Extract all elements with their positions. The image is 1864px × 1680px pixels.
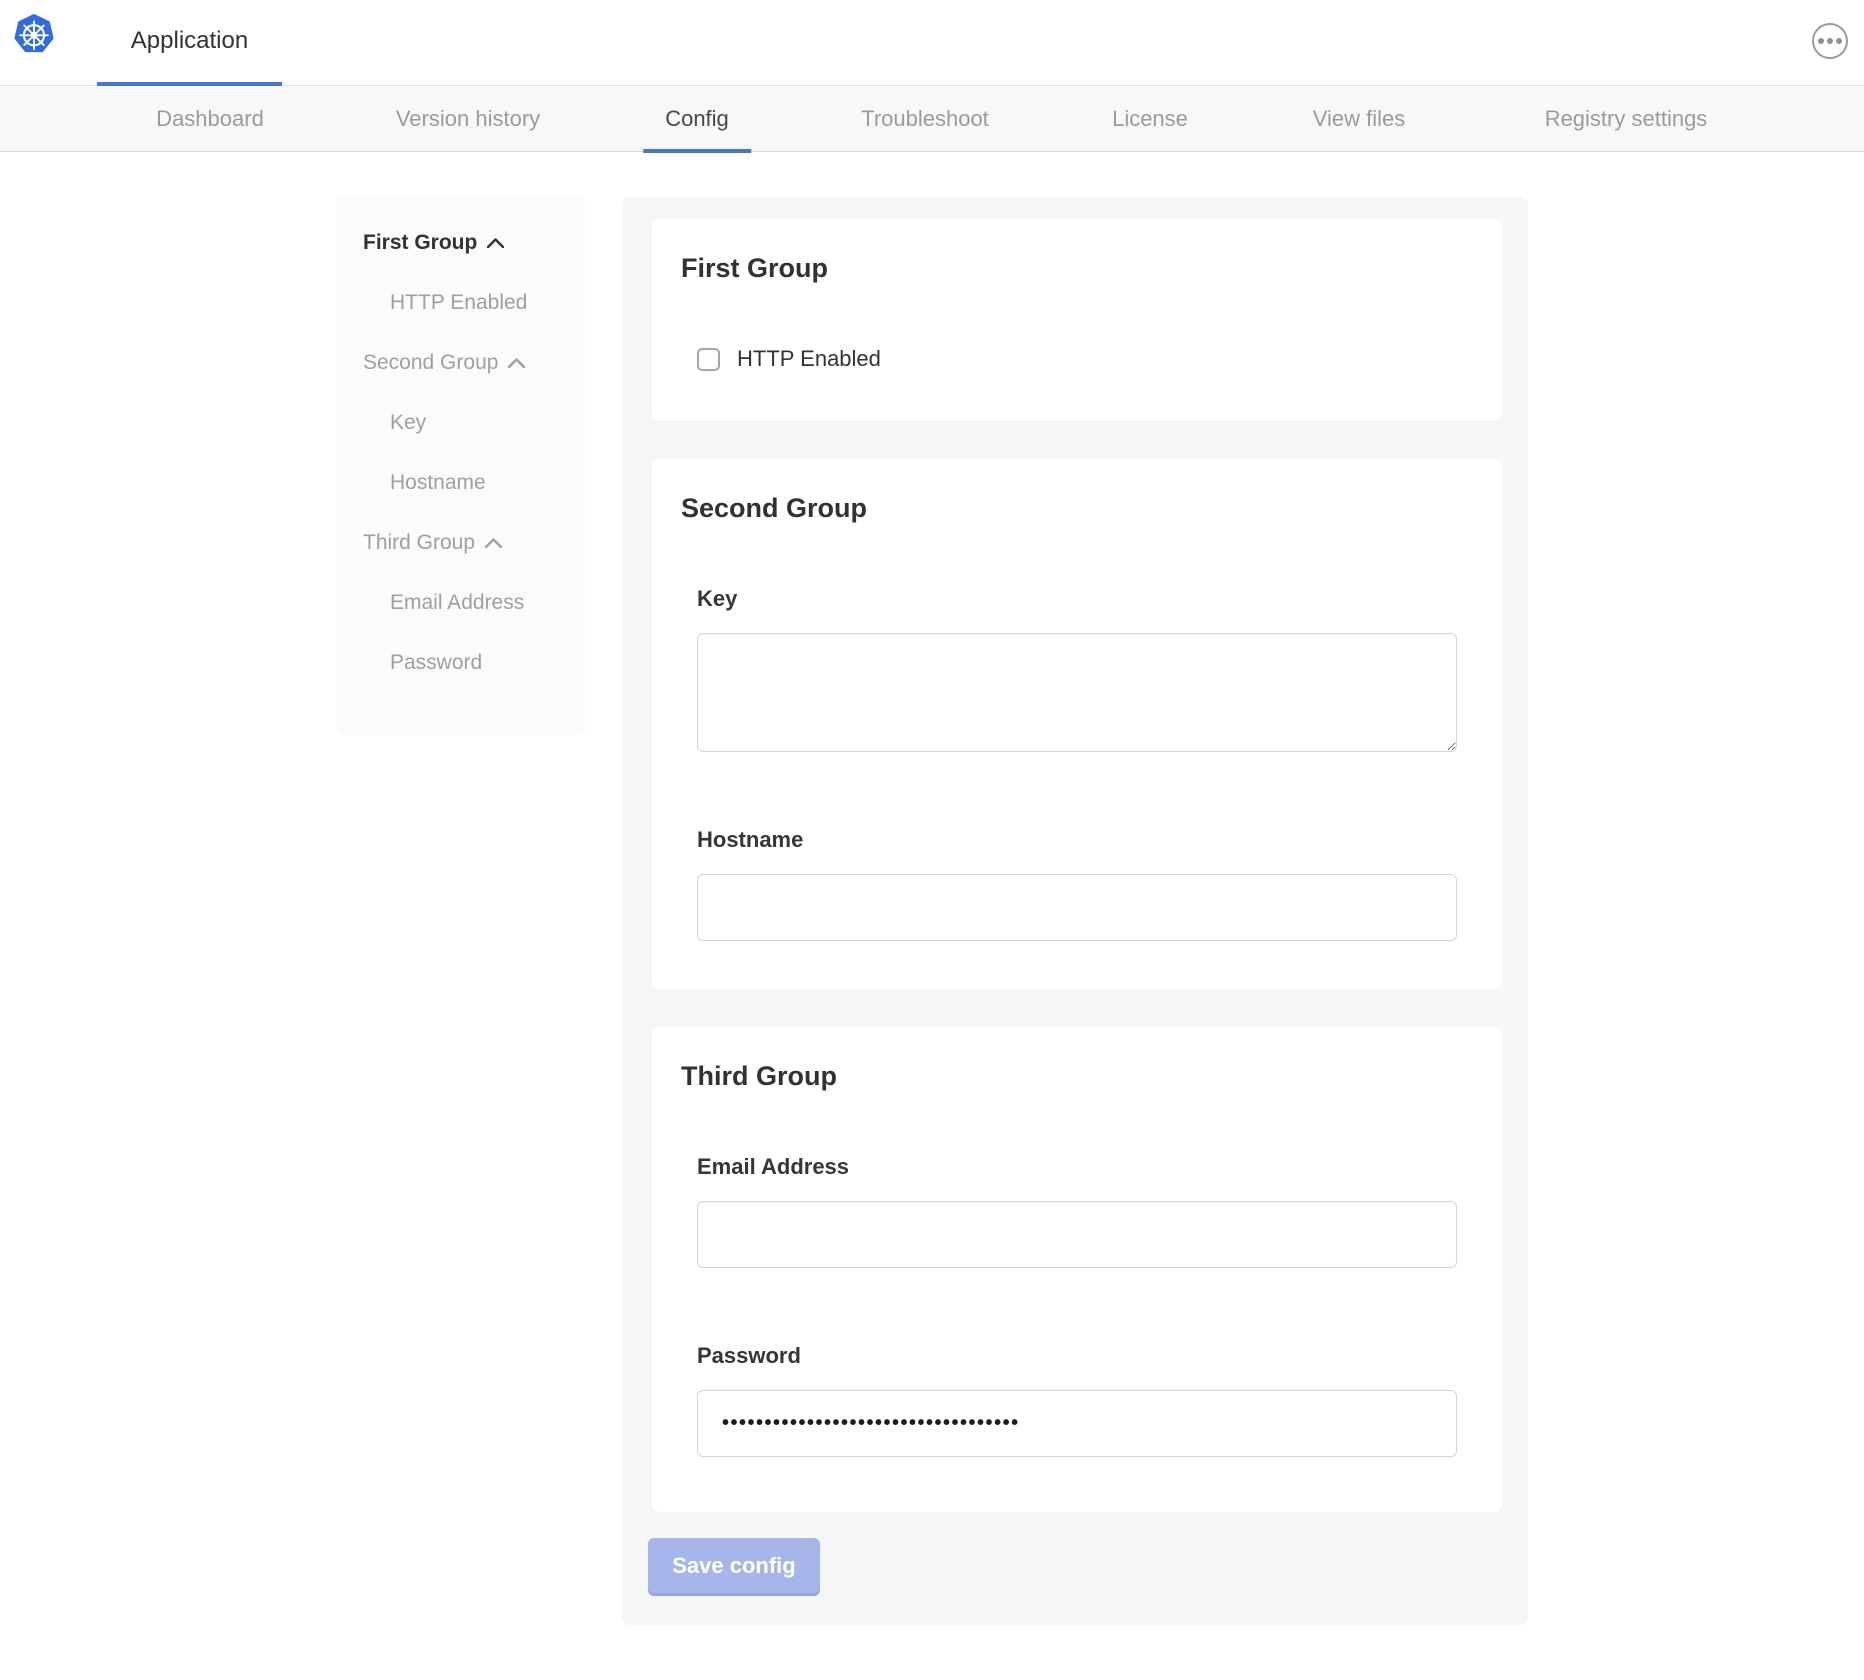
http-enabled-label: HTTP Enabled	[737, 346, 881, 372]
sidebar-item-email-address[interactable]: Email Address	[337, 591, 585, 615]
tab-view-files[interactable]: View files	[1291, 86, 1428, 152]
field-hostname: Hostname	[697, 827, 1457, 941]
key-label: Key	[697, 586, 1457, 611]
sidebar-item-password[interactable]: Password	[337, 651, 585, 675]
config-sidebar: First Group HTTP Enabled Second Group Ke…	[337, 197, 585, 735]
tab-registry-settings[interactable]: Registry settings	[1523, 86, 1730, 152]
sidebar-item-key[interactable]: Key	[337, 411, 585, 435]
http-enabled-row[interactable]: HTTP Enabled	[697, 346, 1457, 372]
chevron-up-icon	[508, 358, 525, 368]
group-title: First Group	[681, 253, 1457, 284]
tab-dashboard[interactable]: Dashboard	[134, 86, 286, 152]
application-page: Application Dashboard Version history Co…	[0, 0, 1864, 1680]
group-title: Second Group	[681, 493, 1457, 524]
save-config-button[interactable]: Save config	[648, 1538, 820, 1593]
tab-config[interactable]: Config	[643, 86, 751, 152]
password-label: Password	[697, 1343, 1457, 1368]
group-card-second-group: Second Group Key Hostname	[652, 459, 1502, 989]
email-address-input[interactable]	[697, 1201, 1457, 1268]
field-email-address: Email Address	[697, 1154, 1457, 1268]
chevron-up-icon	[485, 538, 502, 548]
ellipsis-menu-button[interactable]	[1812, 23, 1848, 59]
key-textarea[interactable]	[697, 633, 1457, 752]
ellipsis-icon	[1818, 38, 1824, 44]
app-header: Application	[0, 0, 1864, 86]
chevron-up-icon	[487, 238, 504, 248]
sidebar-item-http-enabled[interactable]: HTTP Enabled	[337, 291, 585, 315]
group-card-first-group: First Group HTTP Enabled	[652, 219, 1502, 420]
hostname-input[interactable]	[697, 874, 1457, 941]
app-title-tab[interactable]: Application	[97, 0, 282, 86]
group-title: Third Group	[681, 1061, 1457, 1092]
kubernetes-logo-icon	[13, 13, 55, 55]
hostname-label: Hostname	[697, 827, 1457, 852]
tab-license[interactable]: License	[1090, 86, 1210, 152]
field-key: Key	[697, 586, 1457, 752]
sidebar-item-hostname[interactable]: Hostname	[337, 471, 585, 495]
field-password: Password	[697, 1343, 1457, 1457]
email-address-label: Email Address	[697, 1154, 1457, 1179]
http-enabled-checkbox[interactable]	[697, 348, 720, 371]
config-form-container: First Group HTTP Enabled Second Group Ke…	[622, 197, 1528, 1625]
tab-troubleshoot[interactable]: Troubleshoot	[839, 86, 1011, 152]
tab-version-history[interactable]: Version history	[374, 86, 562, 152]
sidebar-group-first-group[interactable]: First Group	[337, 231, 585, 255]
sidebar-group-third-group[interactable]: Third Group	[337, 531, 585, 555]
app-tabbar: Dashboard Version history Config Trouble…	[0, 86, 1864, 152]
sidebar-group-second-group[interactable]: Second Group	[337, 351, 585, 375]
group-card-third-group: Third Group Email Address Password	[652, 1027, 1502, 1512]
password-input[interactable]	[697, 1390, 1457, 1457]
